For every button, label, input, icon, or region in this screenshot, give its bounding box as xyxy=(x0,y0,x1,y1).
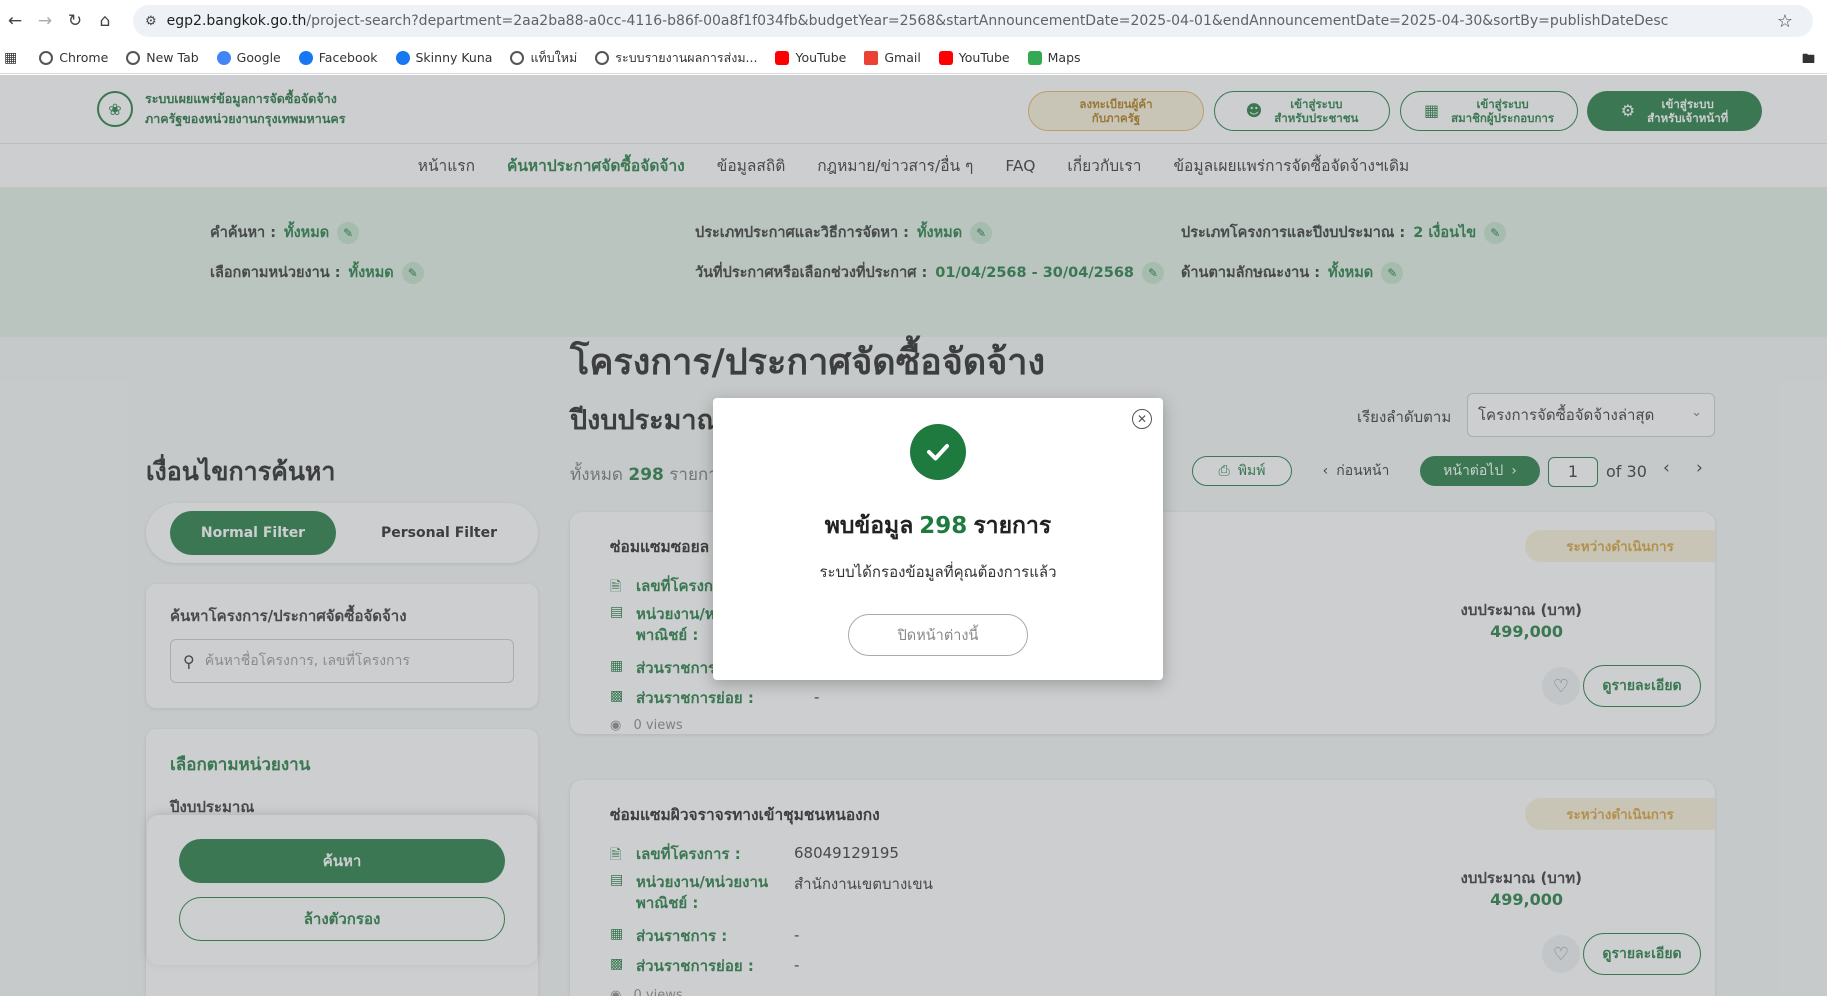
forward-icon[interactable]: → xyxy=(30,6,60,36)
bookmark-item[interactable]: Facebook xyxy=(298,50,378,65)
url-text[interactable]: egp2.bangkok.go.th/project-search?depart… xyxy=(167,13,1767,29)
bookmark-item[interactable]: Maps xyxy=(1027,50,1081,65)
reload-icon[interactable]: ↻ xyxy=(60,6,90,36)
close-icon[interactable]: ✕ xyxy=(1132,409,1152,429)
home-icon[interactable]: ⌂ xyxy=(90,6,120,36)
result-modal: ✕ พบข้อมูล 298 รายการ ระบบได้กรองข้อมูลที่… xyxy=(713,398,1163,680)
bookmark-item[interactable]: แท็บใหม่ xyxy=(510,48,577,68)
bookmark-item[interactable]: Google xyxy=(216,50,281,65)
bookmark-item[interactable]: YouTube xyxy=(938,50,1010,65)
modal-description: ระบบได้กรองข้อมูลที่คุณต้องการแล้ว xyxy=(819,563,1057,581)
bookmark-item[interactable]: New Tab xyxy=(126,50,199,65)
browser-toolbar: ← → ↻ ⌂ ⚙ egp2.bangkok.go.th/project-sea… xyxy=(0,0,1827,42)
modal-title-suffix: รายการ xyxy=(973,513,1052,539)
bookmark-item[interactable]: Chrome xyxy=(39,50,108,65)
bookmark-item[interactable]: ระบบรายงานผลการส่งม... xyxy=(595,48,757,68)
modal-title-prefix: พบข้อมูล xyxy=(824,513,914,539)
bookmark-item[interactable]: YouTube xyxy=(775,50,846,65)
close-modal-button[interactable]: ปิดหน้าต่างนี้ xyxy=(848,614,1028,656)
bookmarks-bar: ▦ Chrome New Tab Google Facebook Skinny … xyxy=(0,42,1827,74)
bookmark-item[interactable]: Gmail xyxy=(864,50,921,65)
modal-title: พบข้อมูล 298 รายการ xyxy=(713,508,1163,544)
bookmark-star-icon[interactable]: ☆ xyxy=(1777,11,1793,32)
modal-count: 298 xyxy=(919,513,968,539)
address-bar[interactable]: ⚙ egp2.bangkok.go.th/project-search?depa… xyxy=(133,5,1813,37)
check-success-icon xyxy=(910,424,966,480)
back-icon[interactable]: ← xyxy=(0,6,30,36)
site-info-icon[interactable]: ⚙ xyxy=(145,14,157,29)
apps-icon[interactable]: ▦ xyxy=(4,50,17,66)
folder-icon[interactable]: 🖿 xyxy=(1802,50,1815,72)
bookmark-item[interactable]: Skinny Kuna xyxy=(395,50,492,65)
